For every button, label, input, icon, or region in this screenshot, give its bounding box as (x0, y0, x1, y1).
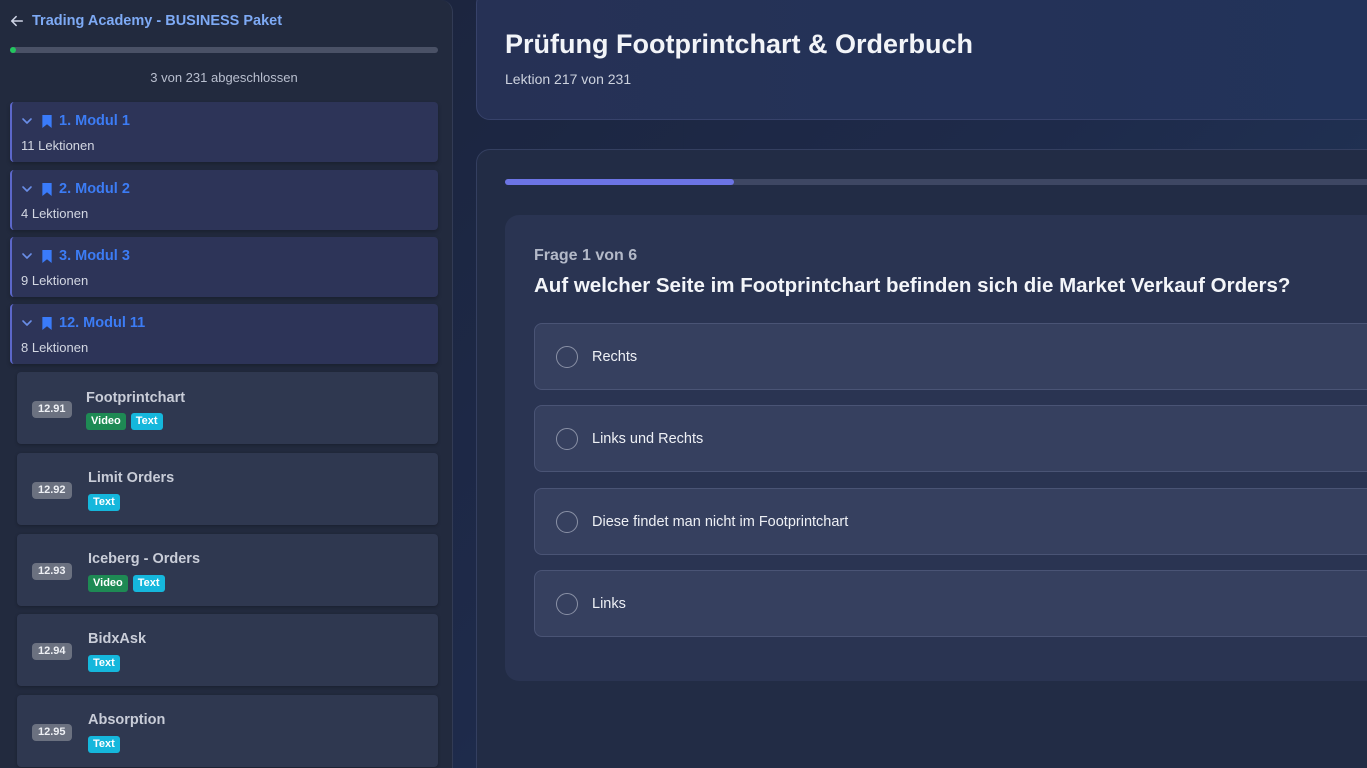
lesson-title: Iceberg - Orders (88, 551, 201, 567)
text-tag: Text (132, 575, 165, 592)
module-title: 2. Modul 2 (59, 181, 130, 197)
chevron-down-icon[interactable] (21, 115, 33, 127)
course-progress-fill (10, 47, 16, 53)
lesson-header-card: Prüfung Footprintchart & Orderbuch Lekti… (476, 0, 1367, 120)
video-tag: Video (88, 575, 128, 592)
question-text: Auf welcher Seite im Footprintchart befi… (534, 274, 1291, 297)
radio-icon[interactable] (556, 346, 578, 368)
text-tag: Text (88, 494, 120, 511)
bookmark-icon (42, 316, 52, 330)
page-title: Prüfung Footprintchart & Orderbuch (505, 29, 973, 59)
radio-icon[interactable] (556, 428, 578, 450)
module-title: 12. Modul 11 (59, 315, 146, 331)
answer-option-3[interactable]: Diese findet man nicht im Footprintchart (534, 488, 1367, 555)
lesson-number-badge: 12.93 (32, 563, 72, 580)
chevron-down-icon[interactable] (21, 250, 33, 262)
lesson-title: BidxAsk (88, 631, 147, 647)
module-lesson-count: 8 Lektionen (21, 340, 89, 355)
module-item-2[interactable]: 2. Modul 2 4 Lektionen (10, 170, 438, 230)
lesson-item-12-93[interactable]: 12.93 Iceberg - Orders Video Text (17, 534, 438, 606)
lesson-title: Limit Orders (88, 470, 175, 486)
lesson-number-badge: 12.95 (32, 724, 72, 741)
quiz-card: Frage 1 von 6 Auf welcher Seite im Footp… (476, 149, 1367, 768)
lesson-number-badge: 12.92 (32, 482, 72, 499)
module-title: 1. Modul 1 (59, 113, 130, 129)
bookmark-icon (42, 114, 52, 128)
answer-label: Diese findet man nicht im Footprintchart (592, 514, 849, 530)
arrow-left-icon[interactable] (10, 14, 24, 28)
module-lesson-count: 9 Lektionen (21, 273, 89, 288)
lesson-title: Footprintchart (86, 390, 186, 406)
chevron-down-icon[interactable] (21, 183, 33, 195)
lesson-number-badge: 12.94 (32, 643, 72, 660)
lesson-number-badge: 12.91 (32, 401, 72, 418)
video-tag: Video (86, 413, 126, 430)
module-lesson-count: 11 Lektionen (21, 138, 95, 153)
course-title[interactable]: Trading Academy - BUSINESS Paket (32, 13, 282, 29)
quiz-progress-fill (505, 179, 734, 185)
module-title: 3. Modul 3 (59, 248, 130, 264)
lesson-counter: Lektion 217 von 231 (505, 71, 632, 87)
chevron-down-icon[interactable] (21, 317, 33, 329)
answer-label: Rechts (592, 349, 638, 365)
answer-label: Links (592, 596, 626, 612)
bookmark-icon (42, 182, 52, 196)
course-progress-text: 3 von 231 abgeschlossen (150, 70, 298, 85)
lesson-item-12-91[interactable]: 12.91 Footprintchart Video Text (17, 372, 438, 444)
lesson-item-12-92[interactable]: 12.92 Limit Orders Text (17, 453, 438, 525)
lesson-item-12-95[interactable]: 12.95 Absorption Text (17, 695, 438, 767)
answer-option-2[interactable]: Links und Rechts (534, 405, 1367, 472)
answer-option-1[interactable]: Rechts (534, 323, 1367, 390)
course-progress-bar (10, 47, 438, 53)
bookmark-icon (42, 249, 52, 263)
question-counter: Frage 1 von 6 (534, 247, 638, 264)
radio-icon[interactable] (556, 593, 578, 615)
text-tag: Text (88, 655, 120, 672)
answer-label: Links und Rechts (592, 431, 704, 447)
lesson-title: Absorption (88, 712, 166, 728)
text-tag: Text (130, 413, 163, 430)
sidebar-header[interactable]: Trading Academy - BUSINESS Paket (10, 13, 282, 29)
module-item-1[interactable]: 1. Modul 1 11 Lektionen (10, 102, 438, 162)
module-lesson-count: 4 Lektionen (21, 206, 89, 221)
course-sidebar: Trading Academy - BUSINESS Paket 3 von 2… (0, 0, 453, 768)
quiz-progress-bar (505, 179, 1367, 185)
module-item-12[interactable]: 12. Modul 11 8 Lektionen (10, 304, 438, 364)
radio-icon[interactable] (556, 511, 578, 533)
module-item-3[interactable]: 3. Modul 3 9 Lektionen (10, 237, 438, 297)
question-panel: Frage 1 von 6 Auf welcher Seite im Footp… (505, 215, 1367, 681)
text-tag: Text (88, 736, 120, 753)
lesson-item-12-94[interactable]: 12.94 BidxAsk Text (17, 614, 438, 686)
answer-option-4[interactable]: Links (534, 570, 1367, 637)
